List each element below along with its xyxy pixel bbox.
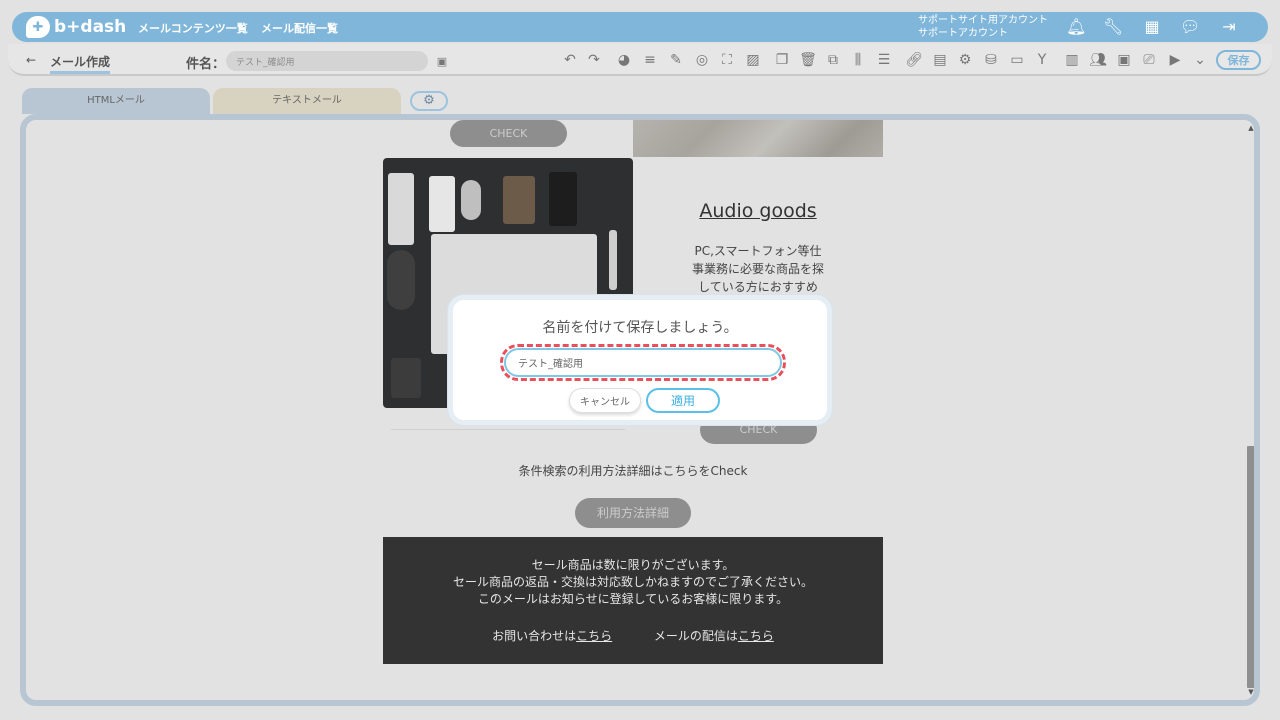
- page-title: メール作成: [50, 53, 111, 74]
- footer-contact-link[interactable]: こちら: [576, 629, 612, 643]
- cancel-button[interactable]: キャンセル: [569, 388, 641, 413]
- undo-icon[interactable]: ↶: [560, 51, 580, 69]
- usage-detail-button[interactable]: 利用方法詳細: [575, 498, 691, 528]
- apps-grid-icon[interactable]: ▦: [1142, 17, 1162, 37]
- tab-text-mail[interactable]: テキストメール: [213, 88, 401, 114]
- footer-contact-prefix: お問い合わせは: [492, 629, 577, 643]
- account-info[interactable]: サポートサイト用アカウント サポートアカウント: [918, 14, 1048, 40]
- bell-icon[interactable]: 🔔︎: [1066, 17, 1086, 37]
- settings-cog-icon[interactable]: ⚙: [955, 51, 975, 69]
- copy-icon[interactable]: ❐: [772, 51, 792, 69]
- scroll-up-arrow-icon[interactable]: ▲: [1246, 124, 1254, 132]
- align-icon[interactable]: ≡: [640, 51, 660, 69]
- phone-shape: [388, 173, 414, 245]
- audio-goods-title[interactable]: Audio goods: [633, 200, 883, 222]
- block-list-icon[interactable]: ▥: [1062, 51, 1082, 69]
- product-image-top[interactable]: [633, 120, 883, 157]
- phone-shape: [429, 176, 455, 232]
- template-name-input[interactable]: [504, 348, 782, 377]
- wallet-shape: [503, 176, 535, 224]
- account-name-line2: サポートアカウント: [918, 28, 1008, 39]
- save-as-dialog: 名前を付けて保存しましょう。 キャンセル 適用: [448, 295, 832, 425]
- scroll-down-arrow-icon[interactable]: ▼: [1246, 688, 1254, 696]
- editor-toolbar: ← メール作成 件名： ▣ ↶ ↷ ◕ ≡ ✎ ◎ ⛶ ▨ ❐ 🗑︎ ⧉ ⫼ ☰…: [8, 44, 1272, 76]
- content-divider: [391, 429, 625, 430]
- dialog-title: 名前を付けて保存しましょう。: [542, 320, 738, 336]
- play-icon[interactable]: ▶: [1165, 51, 1185, 69]
- duplicate-icon[interactable]: ⧉: [823, 51, 843, 69]
- chat-icon[interactable]: 💬︎: [1180, 17, 1200, 37]
- audio-desc-line: PC,スマートフォン等仕: [694, 244, 822, 258]
- audio-desc-line: 事業務に必要な商品を探: [691, 262, 824, 276]
- subject-label: 件名：: [186, 57, 226, 72]
- audio-desc-line: している方におすすめ: [698, 280, 818, 294]
- link-icon[interactable]: 🔗︎: [904, 51, 924, 69]
- scroll-thumb[interactable]: [1247, 446, 1254, 688]
- preview-device-icon[interactable]: ⎚: [1139, 51, 1159, 69]
- form-icon[interactable]: ▭: [1007, 51, 1027, 69]
- save-button[interactable]: 保存: [1216, 50, 1261, 70]
- subject-tag-icon[interactable]: ▣: [432, 53, 452, 71]
- image-icon[interactable]: ▨: [743, 51, 763, 69]
- tablet-shape: [549, 172, 577, 226]
- nav-mail-contents[interactable]: メールコンテンツ一覧: [138, 20, 248, 36]
- accessory-shape: [391, 358, 421, 398]
- footer-delivery-prefix: メールの配信は: [653, 629, 738, 643]
- logo-mark-icon: ✚: [26, 16, 50, 38]
- earphones-shape: [461, 180, 481, 220]
- rows-icon[interactable]: ☰: [874, 51, 894, 69]
- columns-icon[interactable]: ⫼: [848, 51, 868, 69]
- footer-line: このメールはお知らせに登録しているお客様に限ります。: [477, 592, 789, 606]
- pen-shape: [609, 230, 617, 290]
- logout-icon[interactable]: ⇥: [1219, 17, 1239, 37]
- mail-footer: セール商品は数に限りがございます。 セール商品の返品・交換は対応致しかねますので…: [383, 537, 883, 664]
- chevron-down-icon[interactable]: ⌄: [1190, 51, 1210, 69]
- audio-goods-description: PC,スマートフォン等仕 事業務に必要な商品を探 している方におすすめ: [633, 242, 883, 296]
- fullscreen-icon[interactable]: ⛶: [717, 51, 737, 69]
- branch-icon[interactable]: Y: [1032, 51, 1052, 69]
- logo-text: b+dash: [54, 17, 127, 37]
- redo-icon[interactable]: ↷: [584, 51, 604, 69]
- back-arrow-icon[interactable]: ←: [26, 53, 36, 67]
- target-icon[interactable]: ◎: [692, 51, 712, 69]
- subject-input[interactable]: [226, 51, 428, 71]
- wrench-icon[interactable]: 🔧︎: [1103, 17, 1123, 37]
- logo[interactable]: ✚ b+dash: [26, 16, 126, 38]
- nav-mail-delivery[interactable]: メール配信一覧: [261, 20, 338, 36]
- palette-icon[interactable]: ◕: [614, 51, 634, 69]
- calendar-icon[interactable]: ▤: [930, 51, 950, 69]
- condition-search-text: 条件検索の利用方法詳細はこちらをCheck: [518, 464, 748, 478]
- users-icon[interactable]: 👥︎: [1088, 51, 1108, 69]
- pen-icon[interactable]: ✎: [666, 51, 686, 69]
- check-button-top[interactable]: CHECK: [450, 120, 567, 147]
- top-navigation-bar: ✚ b+dash メールコンテンツ一覧 メール配信一覧 サポートサイト用アカウン…: [12, 12, 1268, 42]
- apply-button[interactable]: 適用: [646, 388, 720, 413]
- app-root: ✚ b+dash メールコンテンツ一覧 メール配信一覧 サポートサイト用アカウン…: [0, 0, 1280, 720]
- footer-delivery-link[interactable]: こちら: [738, 629, 774, 643]
- footer-line: セール商品の返品・交換は対応致しかねますのでご了承ください。: [452, 575, 813, 589]
- canvas-scrollbar[interactable]: ▲ ▼: [1246, 124, 1254, 698]
- tab-settings-gear-icon[interactable]: ⚙: [410, 91, 448, 111]
- trash-icon[interactable]: 🗑︎: [798, 51, 818, 69]
- database-icon[interactable]: ⛁: [981, 51, 1001, 69]
- account-name-line1: サポートサイト用アカウント: [918, 15, 1048, 26]
- contact-card-icon[interactable]: ▣: [1114, 51, 1134, 69]
- tab-html-mail[interactable]: HTMLメール: [22, 88, 210, 114]
- footer-line: セール商品は数に限りがございます。: [531, 558, 735, 572]
- sunglasses-shape: [387, 250, 415, 310]
